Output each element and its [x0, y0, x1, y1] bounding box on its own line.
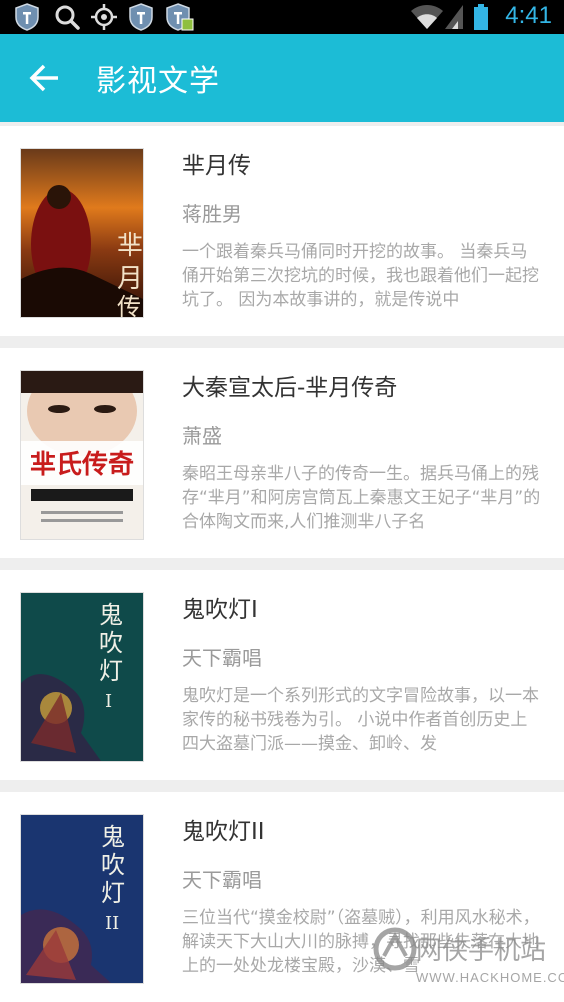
book-author: 萧盛	[182, 424, 222, 448]
book-cover: 鬼 吹 灯 I	[20, 592, 144, 762]
arrow-left-icon[interactable]	[28, 60, 64, 96]
book-title: 芈月传	[182, 153, 251, 179]
book-author: 天下霸唱	[182, 646, 262, 670]
svg-text:吹: 吹	[101, 851, 125, 879]
book-author: 蒋胜男	[182, 202, 242, 226]
book-description: 一个跟着秦兵马俑同时开挖的故事。 当秦兵马俑开始第三次挖坑的时候，我也跟着他们一…	[182, 242, 539, 310]
list-item[interactable]: 鬼 吹 灯 I 鬼吹灯I 天下霸唱 鬼吹灯是一个系列形式的文字冒险故事，以一本家…	[0, 570, 564, 780]
signal-icon	[445, 5, 463, 29]
cover-title-1: 芈	[117, 231, 143, 261]
status-bar: 4:41	[0, 0, 564, 34]
svg-text:II: II	[105, 913, 119, 934]
svg-text:灯: 灯	[101, 879, 125, 907]
cover-title-2: 月	[117, 264, 143, 294]
page-title: 影视文学	[96, 64, 220, 99]
logo-icon	[373, 927, 417, 971]
book-cover: 芈 月 传	[20, 148, 144, 318]
book-description: 秦昭王母亲芈八子的传奇一生。据兵马俑上的残存“芈月”和阿房宫筒瓦上秦惠文王妃子“…	[182, 464, 541, 532]
shield-store-icon	[166, 3, 194, 31]
status-time: 4:41	[505, 2, 552, 29]
watermark: 网侠手机站 WWW.HACKHOME.COM	[372, 926, 564, 992]
cover-title: 鬼	[99, 601, 123, 629]
watermark-url: WWW.HACKHOME.COM	[416, 970, 564, 985]
book-author: 天下霸唱	[182, 868, 262, 892]
gps-icon	[91, 4, 117, 30]
book-cover: 鬼 吹 灯 II	[20, 814, 144, 984]
search-icon	[55, 5, 80, 30]
book-title: 鬼吹灯II	[182, 819, 265, 845]
shield-icon	[129, 3, 153, 31]
cover-title-3: 传	[117, 293, 141, 317]
wifi-icon	[411, 5, 443, 29]
app-bar: 影视文学	[0, 34, 564, 122]
battery-icon	[474, 4, 488, 30]
watermark-name: 网侠手机站	[416, 936, 547, 966]
svg-text:吹: 吹	[99, 629, 123, 657]
book-title: 大秦宣太后-芈月传奇	[182, 375, 398, 401]
shield-icon	[15, 3, 39, 31]
book-description: 鬼吹灯是一个系列形式的文字冒险故事，以一本家传的秘书残卷为引。 小说中作者首创历…	[182, 686, 539, 754]
cover-title: 鬼	[101, 823, 125, 851]
svg-text:灯: 灯	[99, 657, 123, 685]
book-cover: 芈氏传奇	[20, 370, 144, 540]
list-item[interactable]: 芈氏传奇 大秦宣太后-芈月传奇 萧盛 秦昭王母亲芈八子的传奇一生。据兵马俑上的残…	[0, 348, 564, 558]
list-item[interactable]: 芈 月 传 芈月传 蒋胜男 一个跟着秦兵马俑同时开挖的故事。 当秦兵马俑开始第三…	[0, 126, 564, 336]
cover-title: 芈氏传奇	[30, 450, 134, 480]
svg-text:I: I	[105, 691, 112, 712]
book-title: 鬼吹灯I	[182, 597, 258, 623]
